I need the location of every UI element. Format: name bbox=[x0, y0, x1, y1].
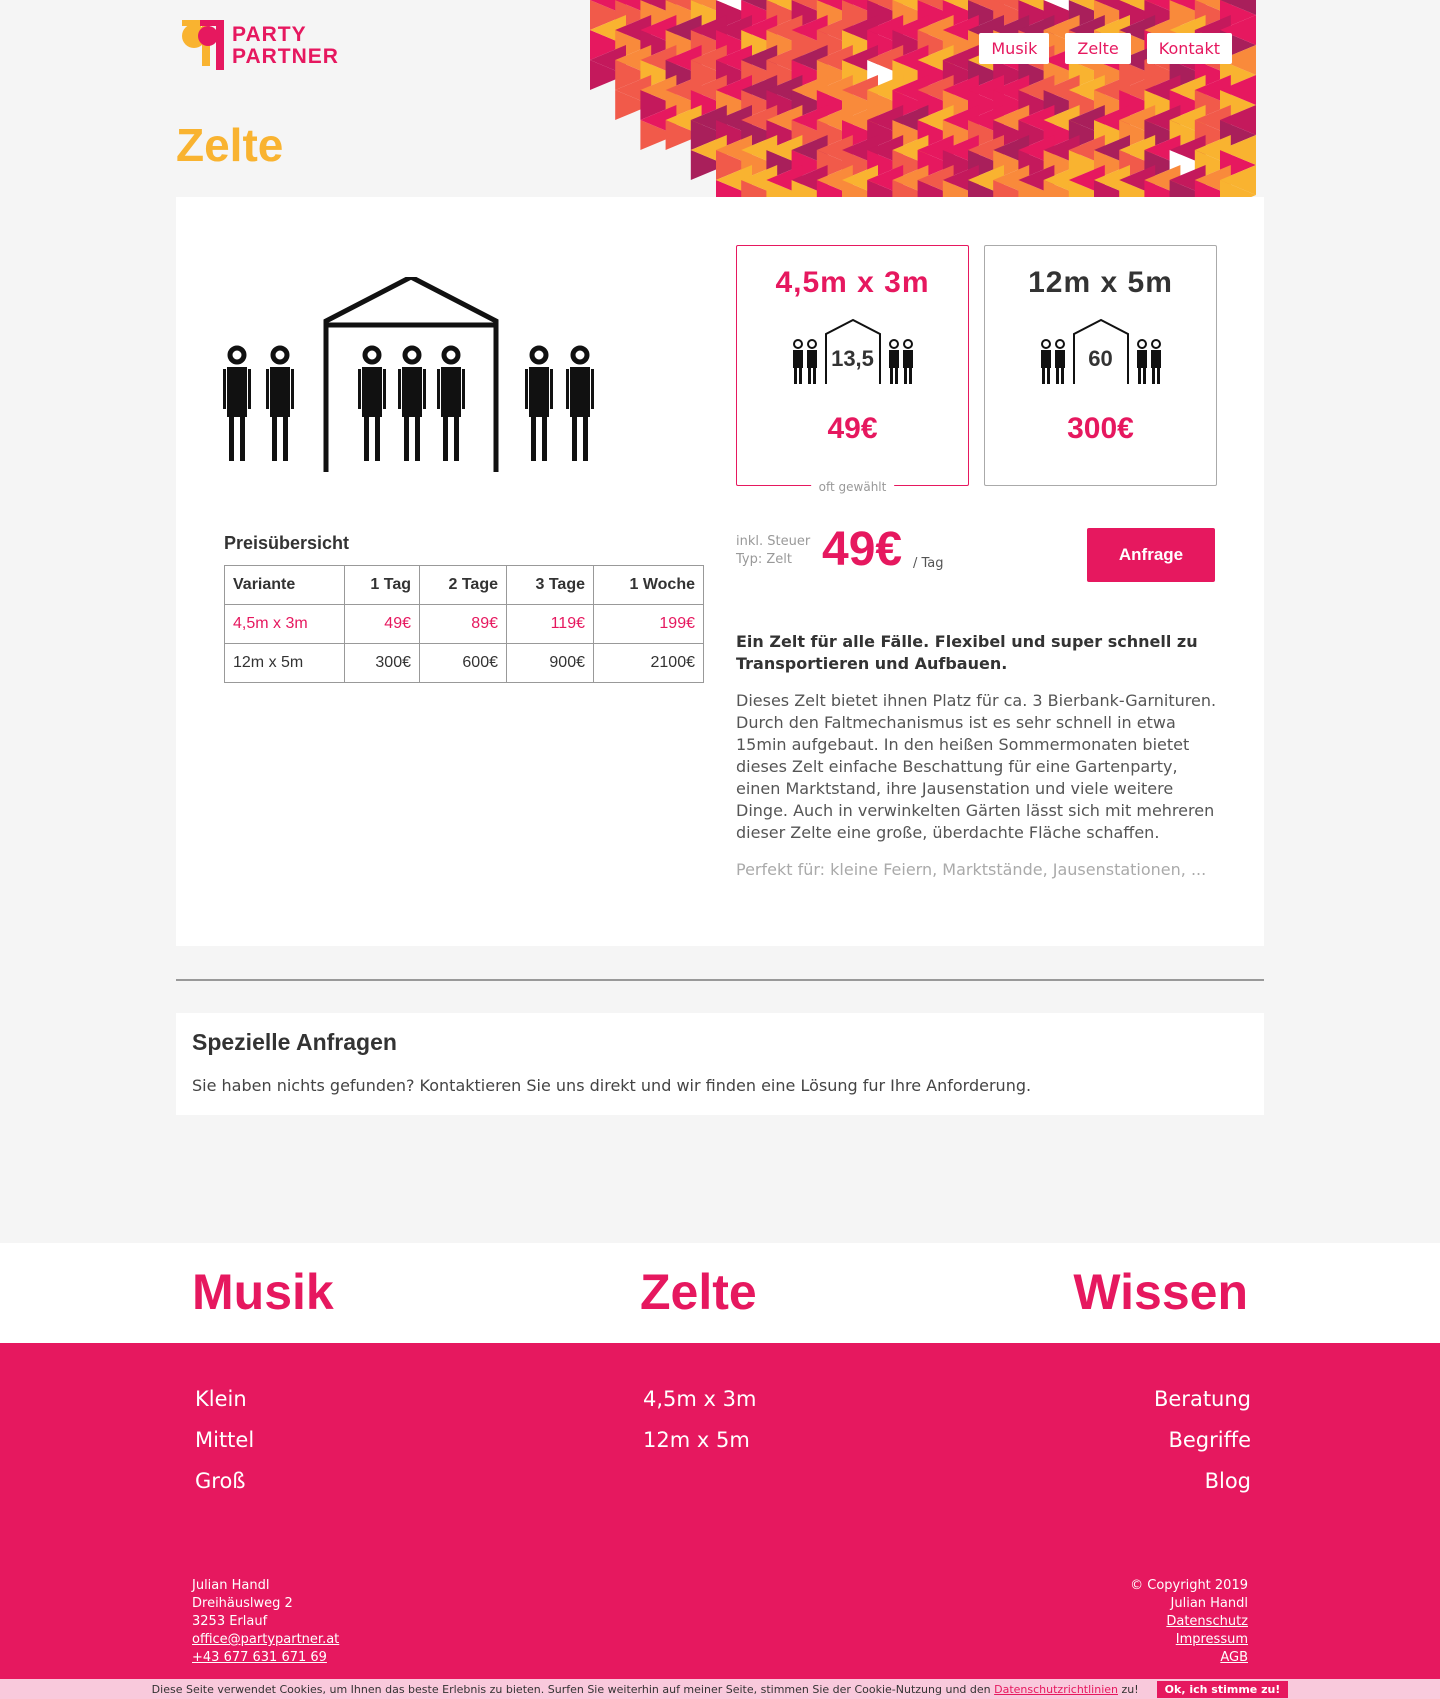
footer-address: Julian Handl Dreihäuslweg 2 3253 Erlauf … bbox=[192, 1577, 339, 1667]
address-city: 3253 Erlauf bbox=[192, 1614, 268, 1629]
option-price: 300€ bbox=[1067, 412, 1134, 445]
email-link[interactable]: office@partypartner.at bbox=[192, 1632, 339, 1647]
footer-headings: Musik Zelte Wissen bbox=[0, 1243, 1440, 1343]
option-title: 4,5m x 3m bbox=[775, 266, 930, 299]
col-header-1-tag: 1 Tag bbox=[344, 565, 420, 605]
col-header-3-tage: 3 Tage bbox=[506, 565, 594, 605]
nav-link-musik[interactable]: Musik bbox=[979, 33, 1050, 64]
copyright-name: Julian Handl bbox=[1170, 1596, 1248, 1611]
copyright-text: © Copyright 2019 bbox=[1130, 1578, 1248, 1593]
footer-link-mittel[interactable]: Mittel bbox=[195, 1420, 254, 1461]
footer-link-blog[interactable]: Blog bbox=[1154, 1461, 1251, 1502]
col-header-2-tage: 2 Tage bbox=[419, 565, 507, 605]
footer-link-begriffe[interactable]: Begriffe bbox=[1154, 1420, 1251, 1461]
cookie-suffix: zu! bbox=[1121, 1682, 1139, 1696]
cookie-banner: Diese Seite verwendet Cookies, um Ihnen … bbox=[0, 1679, 1440, 1699]
tax-info: inkl. Steuer bbox=[736, 534, 811, 549]
footer-col-zelte: 4,5m x 3m 12m x 5m bbox=[643, 1379, 756, 1461]
table-row: 12m x 5m 300€ 600€ 900€ 2100€ bbox=[224, 643, 704, 683]
table-cell: 600€ bbox=[419, 643, 507, 683]
perfect-for-text: Perfekt für: kleine Feiern, Marktstände,… bbox=[736, 860, 1207, 879]
footer-link-gross[interactable]: Groß bbox=[195, 1461, 254, 1502]
price-overview-heading: Preisübersicht bbox=[224, 533, 350, 553]
phone-link[interactable]: +43 677 631 671 69 bbox=[192, 1650, 327, 1665]
col-header-1-woche: 1 Woche bbox=[593, 565, 704, 605]
tent-option-small[interactable]: 4,5m x 3m 13,5 49€ oft gewählt bbox=[736, 245, 969, 494]
logo-text: PARTY PARTNER bbox=[232, 24, 339, 68]
footer-heading-wissen[interactable]: Wissen bbox=[1073, 1263, 1248, 1321]
footer-heading-musik[interactable]: Musik bbox=[192, 1263, 334, 1321]
section-divider bbox=[176, 979, 1264, 981]
logo-text-line2: PARTNER bbox=[232, 45, 339, 68]
table-cell: 900€ bbox=[506, 643, 594, 683]
table-cell: 49€ bbox=[344, 604, 420, 644]
logo-icon bbox=[182, 20, 224, 70]
footer: Klein Mittel Groß 4,5m x 3m 12m x 5m Ber… bbox=[0, 1343, 1440, 1679]
footer-col-wissen: Beratung Begriffe Blog bbox=[1154, 1379, 1251, 1502]
price-per-day: / Tag bbox=[913, 556, 944, 571]
col-header-variante: Variante bbox=[224, 565, 345, 605]
footer-legal: © Copyright 2019 Julian Handl Datenschut… bbox=[1130, 1577, 1248, 1667]
special-requests-title: Spezielle Anfragen bbox=[192, 1029, 397, 1055]
address-name: Julian Handl bbox=[192, 1578, 270, 1593]
table-cell: 12m x 5m bbox=[224, 643, 345, 683]
table-cell: 2100€ bbox=[593, 643, 704, 683]
footer-link-small-tent[interactable]: 4,5m x 3m bbox=[643, 1379, 756, 1420]
table-cell: 300€ bbox=[344, 643, 420, 683]
description-lead: Ein Zelt für alle Fälle. Flexibel und su… bbox=[736, 632, 1198, 673]
agb-link[interactable]: AGB bbox=[1220, 1650, 1248, 1665]
top-nav: Musik Zelte Kontakt bbox=[979, 33, 1232, 64]
privacy-policy-link[interactable]: Datenschutzrichtlinien bbox=[994, 1683, 1118, 1696]
product-card: Preisübersicht Variante 1 Tag 2 Tage 3 T… bbox=[176, 197, 1264, 946]
table-row: 4,5m x 3m 49€ 89€ 119€ 199€ bbox=[224, 604, 704, 644]
table-cell: 119€ bbox=[506, 604, 594, 644]
table-cell: 199€ bbox=[593, 604, 704, 644]
option-capacity: 60 bbox=[1088, 346, 1113, 371]
tent-option-large[interactable]: 12m x 5m 60 300€ bbox=[984, 245, 1217, 486]
nav-link-kontakt[interactable]: Kontakt bbox=[1146, 33, 1232, 64]
impressum-link[interactable]: Impressum bbox=[1176, 1632, 1248, 1647]
logo[interactable]: PARTY PARTNER bbox=[176, 20, 339, 72]
footer-link-klein[interactable]: Klein bbox=[195, 1379, 254, 1420]
address-street: Dreihäuslweg 2 bbox=[192, 1596, 293, 1611]
footer-col-musik: Klein Mittel Groß bbox=[195, 1379, 254, 1502]
tent-capacity-icon: 13,5 bbox=[788, 316, 918, 386]
option-title: 12m x 5m bbox=[1028, 266, 1173, 299]
tent-with-people-illustration bbox=[222, 277, 622, 472]
cookie-text: Diese Seite verwendet Cookies, um Ihnen … bbox=[152, 1683, 1139, 1696]
selected-price: 49€ bbox=[822, 523, 903, 576]
price-table: Variante 1 Tag 2 Tage 3 Tage 1 Woche 4,5… bbox=[224, 565, 704, 683]
footer-link-beratung[interactable]: Beratung bbox=[1154, 1379, 1251, 1420]
special-requests-text: Sie haben nichts gefunden? Kontaktieren … bbox=[192, 1076, 1032, 1095]
footer-link-large-tent[interactable]: 12m x 5m bbox=[643, 1420, 756, 1461]
logo-text-line1: PARTY bbox=[232, 23, 307, 46]
cookie-accept-button[interactable]: Ok, ich stimme zu! bbox=[1156, 1680, 1289, 1698]
tent-capacity-icon: 60 bbox=[1036, 316, 1166, 386]
special-requests: Spezielle Anfragen Sie haben nichts gefu… bbox=[176, 1013, 1264, 1115]
price-meta: inkl. Steuer Typ: Zelt bbox=[736, 533, 810, 569]
cookie-message: Diese Seite verwendet Cookies, um Ihnen … bbox=[151, 1682, 991, 1696]
page-title: Zelte bbox=[176, 119, 284, 171]
type-info: Typ: Zelt bbox=[736, 552, 792, 567]
description-body: Dieses Zelt bietet ihnen Platz für ca. 3… bbox=[736, 691, 1217, 842]
table-cell: 4,5m x 3m bbox=[224, 604, 345, 644]
often-chosen-label: oft gewählt bbox=[810, 480, 895, 494]
table-cell: 89€ bbox=[419, 604, 507, 644]
request-button[interactable]: Anfrage bbox=[1087, 528, 1215, 582]
datenschutz-link[interactable]: Datenschutz bbox=[1166, 1614, 1248, 1629]
nav-link-zelte[interactable]: Zelte bbox=[1065, 33, 1131, 64]
option-capacity: 13,5 bbox=[831, 346, 874, 371]
option-price: 49€ bbox=[827, 412, 878, 445]
footer-heading-zelte[interactable]: Zelte bbox=[640, 1263, 757, 1321]
price-table-header-row: Variante 1 Tag 2 Tage 3 Tage 1 Woche bbox=[224, 565, 704, 605]
